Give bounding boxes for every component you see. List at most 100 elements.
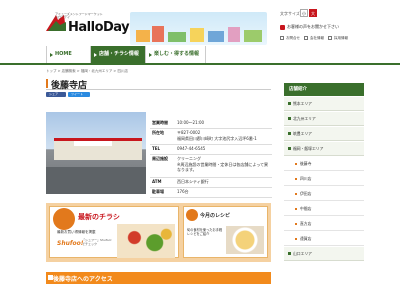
sidebar-store-label: 四川店 — [300, 176, 312, 181]
table-row: TEL 0947-44-6545 — [150, 146, 272, 155]
checkbox-icon — [328, 36, 332, 40]
customer-feedback-link[interactable]: お客様の声をお聞かせ下さい — [280, 24, 339, 30]
flyer-subtitle: 最新お買い得情報を掲載 — [57, 230, 96, 234]
sidebar-store-label: 中間店 — [300, 206, 312, 211]
table-row: 周辺施設 クリーニング ※周辺施設の営業時間・定休日は各店舗によって異なります。 — [150, 156, 272, 178]
sidebar-item-label: 福岡・飯塚エリア — [293, 146, 324, 151]
checkbox-icon — [304, 36, 308, 40]
parking-lot — [46, 167, 146, 194]
company-info-link[interactable]: 会社情報 — [304, 36, 324, 41]
sidebar-item-kumamoto[interactable]: 熊本エリア — [284, 97, 364, 111]
checkbox-icon — [280, 36, 284, 40]
row-key: 駐車場 — [152, 189, 164, 194]
table-row: 所在地 〒827-0002 福岡県田川郡川崎町 大字池尻字入辺坪6番-1 — [150, 130, 272, 145]
bullet-icon — [295, 238, 297, 240]
sidebar-item-label: 山口エリア — [293, 251, 312, 256]
table-row: ATM 西日本シティ銀行 — [150, 179, 272, 188]
header-banner-illustration — [130, 12, 267, 45]
arrow-right-icon — [50, 53, 53, 57]
row-key: 周辺施設 — [152, 156, 168, 161]
sidebar-store-link[interactable]: 直方店 — [284, 217, 364, 231]
row-key: TEL — [152, 146, 161, 151]
access-title: 後藤寺店へのアクセス — [53, 276, 113, 283]
row-value: 10:00～21:00 — [177, 120, 205, 125]
store-sign — [74, 141, 112, 146]
logo-tagline-line2: ハローデイ — [55, 15, 71, 19]
customer-feedback-label: お客様の声をお聞かせ下さい — [287, 24, 339, 29]
recruit-link-label: 採用情報 — [334, 36, 348, 40]
bullet-icon — [288, 117, 291, 120]
sidebar-store-link[interactable]: 中間店 — [284, 202, 364, 216]
nav-tab-stores[interactable]: 店舗・チラシ情報 — [91, 46, 146, 63]
sidebar-item-kitakyushu[interactable]: 北九州エリア — [284, 112, 364, 126]
contact-link[interactable]: お問合せ — [280, 36, 300, 41]
sidebar-store-link[interactable]: 後藤寺 — [284, 157, 364, 171]
sidebar-heading: 店舗紹介 — [289, 87, 307, 92]
row-key: ATM — [152, 179, 162, 184]
recipe-icon — [186, 209, 198, 221]
row-value: 福岡県田川郡川崎町 大字池尻字入辺坪6番-1 — [177, 136, 257, 141]
table-row: 駐車場 176台 — [150, 189, 272, 198]
sidebar-store-label: 遠賀店 — [300, 236, 312, 241]
twitter-share-button[interactable]: ツイート — [68, 92, 90, 97]
logo-tagline: アミューズメントフードマーケット ハローデイ — [55, 13, 103, 19]
bullet-icon — [288, 252, 291, 255]
row-value: 西日本シティ銀行 — [177, 179, 209, 184]
contact-link-label: お問合せ — [286, 36, 300, 40]
bullet-icon — [295, 223, 297, 225]
bullet-icon — [288, 102, 291, 105]
sidebar-item-label: 筑豊エリア — [293, 131, 312, 136]
bullet-icon — [295, 193, 297, 195]
recipe-dish-image — [226, 226, 264, 254]
sidebar-store-link[interactable]: 伊田店 — [284, 187, 364, 201]
font-size-small-button[interactable]: 小 — [300, 9, 308, 17]
arrow-right-icon — [149, 53, 152, 57]
table-row: 営業時間 10:00～21:00 — [150, 120, 272, 129]
bullet-icon — [295, 178, 297, 180]
row-value: 〒827-0002 — [177, 130, 201, 135]
company-info-link-label: 会社情報 — [310, 36, 324, 40]
flyer-title: 最新のチラシ — [78, 213, 120, 221]
bullet-icon — [295, 163, 297, 165]
nav-tab-home-label: HOME — [55, 51, 72, 57]
row-note: ※周辺施設の営業時間・定休日は各店舗によって異なります。 — [177, 162, 269, 172]
breadcrumb[interactable]: トップ > 店舗検索 > 福岡・北九州エリア > 四川店 — [46, 69, 128, 74]
nav-tab-home[interactable]: HOME — [46, 46, 91, 63]
sidebar-store-label: 伊田店 — [300, 191, 312, 196]
title-accent — [46, 79, 48, 88]
sidebar-store-link[interactable]: 遠賀店 — [284, 232, 364, 246]
sidebar-store-label: 後藤寺 — [300, 161, 312, 166]
sidebar-item-yamaguchi[interactable]: 山口エリア — [284, 247, 364, 261]
shufoo-logo[interactable]: Shufoo! — [57, 240, 83, 247]
page-title: 後藤寺店 — [51, 81, 88, 91]
sidebar-store-label: 直方店 — [300, 221, 312, 226]
mail-icon — [280, 24, 285, 30]
logo-text[interactable]: HalloDay — [68, 20, 130, 35]
nav-tab-enjoy[interactable]: 楽しむ・得する情報 — [146, 46, 206, 63]
sidebar-item-chikuho[interactable]: 筑豊エリア — [284, 127, 364, 141]
bullet-icon — [295, 208, 297, 210]
flyer-icon — [53, 208, 75, 230]
nav-tab-enjoy-label: 楽しむ・得する情報 — [154, 51, 200, 57]
sidebar-item-fukuoka[interactable]: 福岡・飯塚エリア — [284, 142, 364, 156]
row-value: 176台 — [177, 189, 189, 194]
recruit-link[interactable]: 採用情報 — [328, 36, 348, 41]
phone-value[interactable]: 0947-44-6545 — [177, 146, 272, 151]
sidebar-store-link[interactable]: 四川店 — [284, 172, 364, 186]
store-photo — [46, 112, 146, 194]
shufoo-note: 『シュフー』Shufoo! でチェック — [82, 238, 112, 246]
font-size-large-button[interactable]: 大 — [309, 9, 317, 17]
row-key: 所在地 — [152, 130, 164, 135]
arrow-right-icon — [94, 53, 97, 57]
row-value: クリーニング — [177, 156, 201, 161]
nav-tab-stores-label: 店舗・チラシ情報 — [99, 51, 139, 57]
facebook-share-button[interactable]: シェア — [46, 92, 66, 97]
row-key: 営業時間 — [152, 120, 168, 125]
sidebar-item-label: 熊本エリア — [293, 101, 312, 106]
recipe-description: 旬の食材を使ったお手軽レシピをご紹介 — [187, 228, 223, 236]
recipe-title: 今月のレシピ — [200, 213, 231, 219]
bullet-icon — [288, 132, 291, 135]
sidebar-item-label: 北九州エリア — [293, 116, 316, 121]
font-size-label: 文字サイズ — [280, 11, 300, 16]
vegetables-image — [117, 224, 175, 258]
